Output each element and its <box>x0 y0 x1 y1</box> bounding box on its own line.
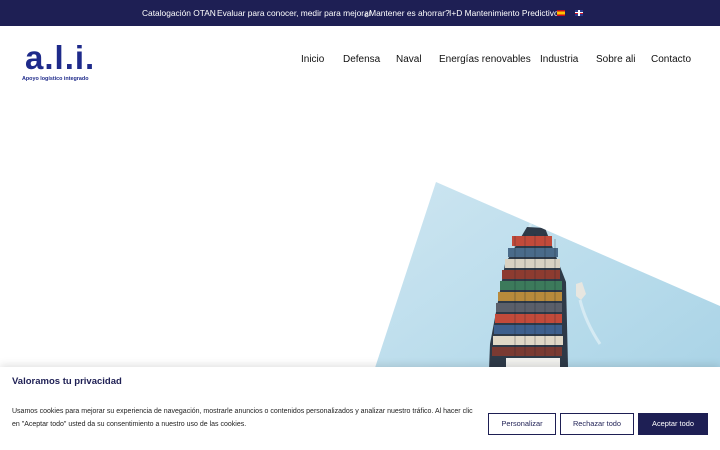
topbar-link-mantenimiento-predictivo[interactable]: I+D Mantenimiento Predictivo <box>449 0 559 26</box>
topbar-link-mantener[interactable]: ¿Mantener es ahorrar? <box>364 0 450 26</box>
logo-wordmark: a.l.i. <box>25 39 96 76</box>
cookie-consent-banner: Valoramos tu privacidad Usamos cookies p… <box>0 367 720 450</box>
nav-item-sobre-ali[interactable]: Sobre ali <box>596 53 635 67</box>
nav-item-naval[interactable]: Naval <box>396 53 422 67</box>
nav-item-industria[interactable]: Industria <box>540 53 578 67</box>
nav-item-inicio[interactable]: Inicio <box>301 53 324 67</box>
english-flag-icon[interactable] <box>575 10 583 16</box>
topbar-link-catalogacion-otan[interactable]: Catalogación OTAN <box>142 0 216 26</box>
nav-item-contacto[interactable]: Contacto <box>651 53 691 67</box>
cookie-banner-text: Usamos cookies para mejorar su experienc… <box>12 408 473 428</box>
customize-cookies-button[interactable]: Personalizar <box>488 413 556 435</box>
top-bar: Catalogación OTAN Evaluar para conocer, … <box>0 0 720 26</box>
nav-item-defensa[interactable]: Defensa <box>343 53 380 67</box>
logo-tagline: Apoyo logístico integrado <box>22 76 89 82</box>
nav-item-energias-renovables[interactable]: Energías renovables <box>439 53 531 67</box>
accept-all-cookies-button[interactable]: Aceptar todo <box>638 413 708 435</box>
reject-all-cookies-button[interactable]: Rechazar todo <box>560 413 634 435</box>
cookie-banner-title: Valoramos tu privacidad <box>12 376 122 387</box>
site-logo[interactable]: a.l.i. Apoyo logístico integrado <box>22 39 96 85</box>
spanish-flag-icon[interactable] <box>557 10 565 16</box>
topbar-link-evaluar[interactable]: Evaluar para conocer, medir para mejorar <box>217 0 372 26</box>
